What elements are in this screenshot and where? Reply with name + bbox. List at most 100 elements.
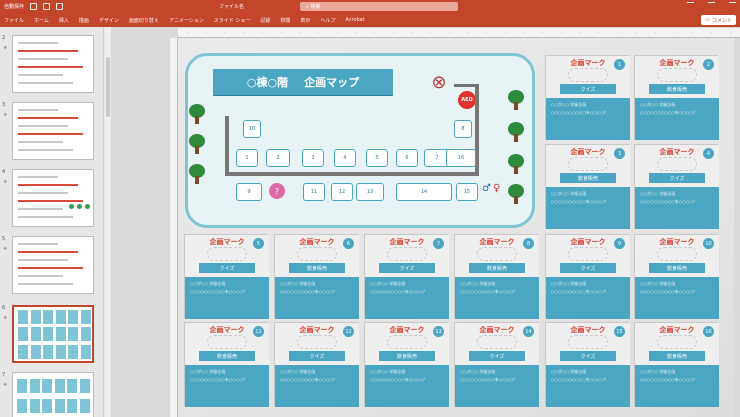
card-line-2: ○○○○○○○○○○を○○○○？ <box>640 289 697 294</box>
card-line-1: ○○が○○ 学級企画 <box>280 369 316 374</box>
card-description: ○○が○○ 学級企画 ○○○○○○○○○○を○○○○？ <box>455 277 539 319</box>
card-line-1: ○○が○○ 学級企画 <box>551 369 587 374</box>
tree-icon <box>189 164 205 184</box>
booth-card[interactable]: 企画マーク 5 クイズ ○○が○○ 学級企画 ○○○○○○○○○○を○○○○？ <box>184 234 269 319</box>
thumbnail-star-icon: ★ <box>3 45 8 51</box>
card-number-badge: 14 <box>523 326 534 337</box>
ribbon-tab[interactable]: アニメーション <box>169 17 204 24</box>
room-number: 5 <box>375 155 379 161</box>
map-room: 11 <box>303 183 325 201</box>
card-category-label: 飲食販売 <box>560 173 616 183</box>
map-room: 14 <box>396 183 452 201</box>
booth-card[interactable]: 企画マーク 10 飲食販売 ○○が○○ 学級企画 ○○○○○○○○○○を○○○○？ <box>634 234 719 319</box>
card-description: ○○が○○ 学級企画 ○○○○○○○○○○を○○○○？ <box>635 187 719 229</box>
booth-card[interactable]: 企画マーク 2 飲食販売 ○○が○○ 学級企画 ○○○○○○○○○○を○○○○？ <box>634 55 719 140</box>
booth-card[interactable]: 企画マーク 9 クイズ ○○が○○ 学級企画 ○○○○○○○○○○を○○○○？ <box>545 234 630 319</box>
card-description: ○○が○○ 学級企画 ○○○○○○○○○○を○○○○？ <box>185 277 269 319</box>
map-room: 1 <box>236 149 258 167</box>
ribbon-tab[interactable]: デザイン <box>99 17 119 24</box>
floor-map: ○棟○階 企画マップ ⊗ AED 10 1 2 3 4 5 6 7 8 9 11 12 13 14 15 16… <box>185 53 535 228</box>
comments-button[interactable]: ▭ コメント <box>701 15 736 25</box>
thumbnail-number: 2 <box>2 35 6 41</box>
ribbon-tab[interactable]: Acrobat <box>345 17 364 23</box>
booth-card[interactable]: 企画マーク 11 飲食販売 ○○が○○ 学級企画 ○○○○○○○○○○を○○○○？ <box>184 322 269 407</box>
card-description: ○○が○○ 学級企画 ○○○○○○○○○○を○○○○？ <box>365 277 449 319</box>
ribbon-tab[interactable]: 描画 <box>79 17 89 24</box>
card-line-2: ○○○○○○○○○○を○○○○？ <box>190 289 247 294</box>
save-icon[interactable] <box>30 3 38 10</box>
slide-thumbnail[interactable] <box>12 305 94 363</box>
map-room: 3 <box>302 149 324 167</box>
booth-card[interactable]: 企画マーク 13 飲食販売 ○○が○○ 学級企画 ○○○○○○○○○○を○○○○？ <box>364 322 449 407</box>
room-number: 15 <box>463 189 471 195</box>
card-line-1: ○○が○○ 学級企画 <box>190 281 226 286</box>
ribbon-tabs: ファイル ホーム 挿入 描画 デザイン 画面切り替え アニメーション スライド ショー 記録 校閲… <box>0 13 740 27</box>
wall <box>454 84 479 87</box>
booth-card[interactable]: 企画マーク 12 クイズ ○○が○○ 学級企画 ○○○○○○○○○○を○○○○？ <box>274 322 359 407</box>
slide-thumbnail-pane: 2 ★ 3 ★ 4 ★ 5 ★ 6 ★ 7 ★ <box>0 27 104 417</box>
autosave-label[interactable]: 自動保存 <box>4 3 24 10</box>
ribbon-tab[interactable]: 校閲 <box>280 17 290 24</box>
ribbon-tab[interactable]: 画面切り替え <box>129 17 159 24</box>
tree-icon <box>508 90 524 110</box>
search-box[interactable]: ⌕ 検索 <box>300 2 458 11</box>
booth-card[interactable]: 企画マーク 7 クイズ ○○が○○ 学級企画 ○○○○○○○○○○を○○○○？ <box>364 234 449 319</box>
comments-label: コメント <box>711 17 732 24</box>
card-description: ○○が○○ 学級企画 ○○○○○○○○○○を○○○○？ <box>635 365 719 407</box>
ribbon-tab[interactable]: ホーム <box>34 17 49 24</box>
booth-card[interactable]: 企画マーク 16 飲食販売 ○○が○○ 学級企画 ○○○○○○○○○○を○○○○？ <box>634 322 719 407</box>
card-line-2: ○○○○○○○○○○を○○○○？ <box>460 377 517 382</box>
card-mark-placeholder <box>207 335 247 349</box>
card-category-label: クイズ <box>649 173 705 183</box>
card-line-2: ○○○○○○○○○○を○○○○？ <box>551 110 608 115</box>
room-number: 8 <box>461 126 465 132</box>
map-title-banner: ○棟○階 企画マップ <box>203 69 403 95</box>
card-description: ○○が○○ 学級企画 ○○○○○○○○○○を○○○○？ <box>635 98 719 140</box>
card-number-badge: 7 <box>433 238 444 249</box>
card-mark-placeholder <box>657 157 697 171</box>
card-number-badge: 3 <box>614 148 625 159</box>
ribbon-tab[interactable]: 挿入 <box>59 17 69 24</box>
redo-icon[interactable] <box>56 3 64 10</box>
minimize-icon[interactable] <box>687 2 694 9</box>
booth-card[interactable]: 企画マーク 4 クイズ ○○が○○ 学級企画 ○○○○○○○○○○を○○○○？ <box>634 144 719 229</box>
ribbon-tab[interactable]: 表示 <box>300 17 310 24</box>
thumbnail-number: 6 <box>2 305 6 311</box>
booth-card[interactable]: 企画マーク 6 飲食販売 ○○が○○ 学級企画 ○○○○○○○○○○を○○○○？ <box>274 234 359 319</box>
ribbon-tab[interactable]: スライド ショー <box>214 17 251 24</box>
room-number: 9 <box>247 189 251 195</box>
undo-icon[interactable] <box>43 3 51 10</box>
card-line-1: ○○が○○ 学級企画 <box>370 281 406 286</box>
slide-thumbnail[interactable] <box>12 102 94 160</box>
aed-icon: AED <box>458 91 476 109</box>
ribbon-tab[interactable]: ヘルプ <box>320 17 335 24</box>
slide-thumbnail[interactable] <box>12 35 94 93</box>
booth-card[interactable]: 企画マーク 14 クイズ ○○が○○ 学級企画 ○○○○○○○○○○を○○○○？ <box>454 322 539 407</box>
ribbon-tab[interactable]: ファイル <box>4 17 24 24</box>
card-line-2: ○○○○○○○○○○を○○○○？ <box>370 377 427 382</box>
maximize-icon[interactable] <box>708 2 715 9</box>
ribbon-tab[interactable]: 記録 <box>260 17 270 24</box>
slide[interactable]: ○棟○階 企画マップ ⊗ AED 10 1 2 3 4 5 6 7 8 9 11 12 13 14 15 16… <box>178 38 734 417</box>
map-room: 2 <box>266 149 290 167</box>
slide-thumbnail[interactable] <box>12 169 94 227</box>
card-mark-placeholder <box>297 247 337 261</box>
card-mark-placeholder <box>657 68 697 82</box>
card-description: ○○が○○ 学級企画 ○○○○○○○○○○を○○○○？ <box>275 365 359 407</box>
map-room: 9 <box>236 183 262 201</box>
female-toilet-icon: ♀ <box>493 183 501 194</box>
slide-thumbnail[interactable] <box>12 372 94 417</box>
room-number: 2 <box>276 155 280 161</box>
booth-card[interactable]: 企画マーク 8 飲食販売 ○○が○○ 学級企画 ○○○○○○○○○○を○○○○？ <box>454 234 539 319</box>
booth-card[interactable]: 企画マーク 15 クイズ ○○が○○ 学級企画 ○○○○○○○○○○を○○○○？ <box>545 322 630 407</box>
close-icon[interactable] <box>729 2 736 9</box>
card-number-badge: 13 <box>433 326 444 337</box>
booth-card[interactable]: 企画マーク 1 クイズ ○○が○○ 学級企画 ○○○○○○○○○○を○○○○？ <box>545 55 630 140</box>
room-number: 1 <box>245 155 249 161</box>
booth-card[interactable]: 企画マーク 3 飲食販売 ○○が○○ 学級企画 ○○○○○○○○○○を○○○○？ <box>545 144 630 229</box>
map-title-floor: ○棟○階 <box>246 76 289 89</box>
card-line-2: ○○○○○○○○○○を○○○○？ <box>280 289 337 294</box>
card-line-1: ○○が○○ 学級企画 <box>460 281 496 286</box>
slide-thumbnail[interactable] <box>12 236 94 294</box>
card-mark-placeholder <box>568 157 608 171</box>
